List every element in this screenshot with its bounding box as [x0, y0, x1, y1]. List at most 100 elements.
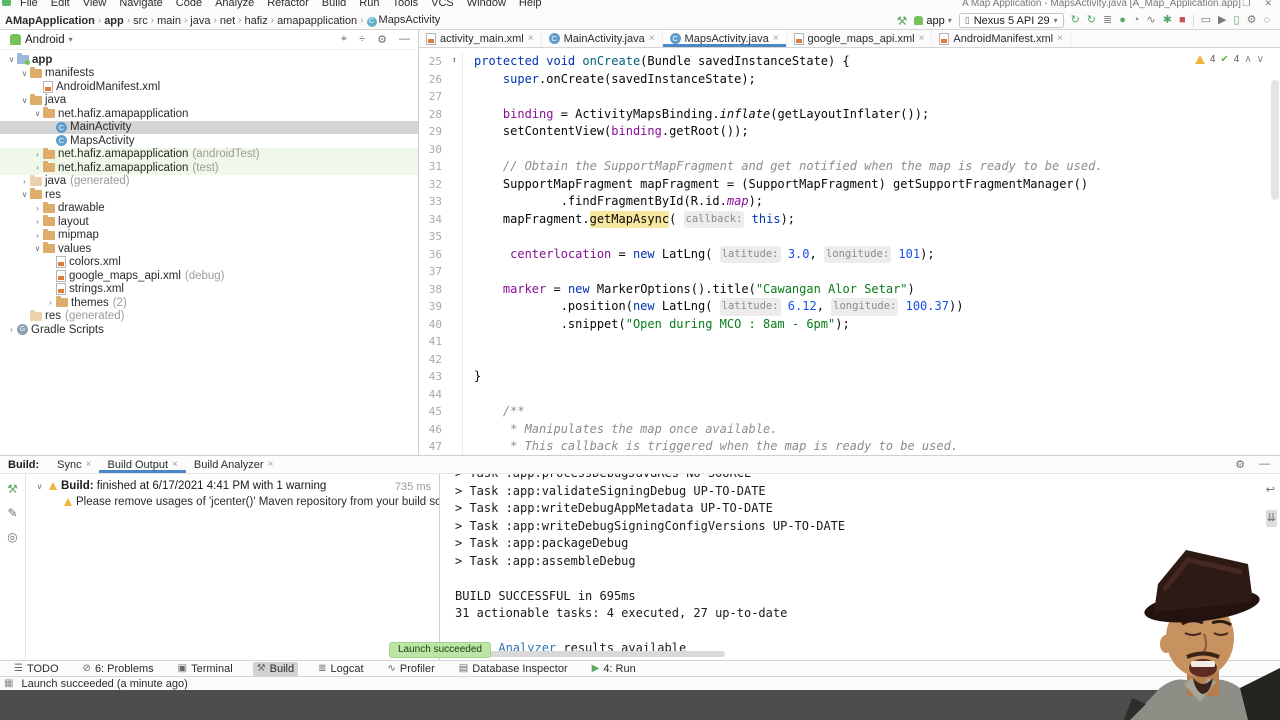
layout-inspector-icon[interactable]: ▭ — [1201, 15, 1211, 26]
build-variants-icon[interactable]: ≣ — [1103, 15, 1112, 26]
tree-item-res[interactable]: ∨ res — [0, 188, 418, 202]
code-line[interactable]: 32 SupportMapFragment mapFragment = (Sup… — [419, 175, 1280, 193]
breadcrumb-item[interactable]: app — [103, 15, 125, 27]
tree-item-colors-xml[interactable]: colors.xml — [0, 256, 418, 270]
tree-arrow-icon[interactable]: ∨ — [19, 96, 30, 105]
tree-item-java[interactable]: ∨ java — [0, 93, 418, 108]
sdk-manager-icon[interactable]: ▯ — [1234, 15, 1240, 26]
tab-activity-main-xml[interactable]: activity_main.xml × — [419, 30, 542, 47]
menu-refactor[interactable]: Refactor — [267, 0, 309, 9]
expand-arrow-icon[interactable]: ∨ — [34, 482, 45, 491]
menu-navigate[interactable]: Navigate — [119, 0, 162, 9]
close-icon[interactable]: × — [773, 33, 779, 44]
tree-item-layout[interactable]: › layout — [0, 215, 418, 229]
override-method-icon[interactable]: ⬆ — [447, 53, 462, 71]
project-view-select[interactable]: Android — [25, 34, 65, 46]
tab-mapsactivity-java[interactable]: C MapsActivity.java × — [662, 30, 787, 47]
tree-item-google-maps-api-xml[interactable]: google_maps_api.xml (debug) — [0, 269, 418, 283]
apply-code-changes-icon[interactable]: ↻ — [1087, 15, 1096, 26]
breadcrumb-item[interactable]: amapapplication — [276, 15, 358, 27]
code-line[interactable]: 36 centerlocation = new LatLng( latitude… — [419, 245, 1280, 263]
tree-arrow-icon[interactable]: ∨ — [6, 55, 17, 64]
menu-tools[interactable]: Tools — [392, 0, 418, 9]
attach-debugger-icon[interactable]: ✱ — [1163, 15, 1172, 26]
menu-vcs[interactable]: VCS — [431, 0, 454, 9]
console-hscrollbar[interactable] — [455, 651, 725, 657]
toolwindow-build[interactable]: ⚒ Build — [252, 661, 299, 676]
device-manager-icon[interactable]: ▶ — [1218, 15, 1226, 26]
tree-item-mapsactivity[interactable]: C MapsActivity — [0, 134, 418, 148]
close-icon[interactable]: × — [649, 33, 655, 44]
locate-file-icon[interactable]: ⌖ — [341, 33, 347, 46]
tree-arrow-icon[interactable]: › — [32, 204, 43, 213]
settings-gear-icon[interactable]: ⚙ — [1235, 458, 1245, 471]
soft-wrap-icon[interactable]: ↩ — [1266, 482, 1277, 500]
tree-item-strings-xml[interactable]: strings.xml — [0, 283, 418, 297]
build-status-row[interactable]: ∨ Build: finished at 6/17/2021 4:41 PM w… — [34, 480, 433, 492]
breadcrumb-item[interactable]: main — [156, 15, 182, 27]
breadcrumb-item[interactable]: C MapsActivity — [366, 14, 442, 27]
build-warning-row[interactable]: Please remove usages of 'jcenter()' Mave… — [64, 496, 439, 508]
tree-arrow-icon[interactable]: › — [6, 325, 17, 334]
code-line[interactable]: 47 * This callback is triggered when the… — [419, 438, 1280, 455]
tree-arrow-icon[interactable]: ∨ — [32, 109, 43, 118]
code-line[interactable]: 41 — [419, 333, 1280, 351]
profiler-icon[interactable]: ∿ — [1147, 15, 1156, 26]
tree-arrow-icon[interactable]: › — [32, 217, 43, 226]
device-select[interactable]: ▯ Nexus 5 API 29 ▾ — [958, 13, 1064, 28]
menu-build[interactable]: Build — [322, 0, 346, 9]
tree-arrow-icon[interactable]: ∨ — [19, 69, 30, 78]
prev-issue-icon[interactable]: ∧ — [1244, 54, 1251, 65]
debug-icon[interactable]: ● — [1119, 15, 1126, 26]
hide-panel-icon[interactable]: — — [399, 33, 410, 46]
code-line[interactable]: 35 — [419, 228, 1280, 246]
tree-item-drawable[interactable]: › drawable — [0, 201, 418, 216]
tree-item-java[interactable]: › java (generated) — [0, 174, 418, 189]
code-line[interactable]: 37 — [419, 263, 1280, 281]
tree-item-values[interactable]: ∨ values — [0, 242, 418, 256]
collapse-all-icon[interactable]: ÷ — [359, 33, 365, 46]
toolwindow-6-problems[interactable]: ⊘ 6: Problems — [79, 662, 158, 676]
menu-edit[interactable]: Edit — [51, 0, 70, 9]
code-editor[interactable]: 25 ⬆ protected void onCreate (Bundle savedI… — [419, 48, 1280, 455]
menu-help[interactable]: Help — [519, 0, 542, 9]
menu-view[interactable]: View — [83, 0, 107, 9]
build-tab-build-output[interactable]: Build Output × — [99, 456, 185, 473]
search-icon[interactable]: ◌ — [1263, 15, 1270, 26]
settings-sync-icon[interactable]: ⚙ — [1247, 15, 1257, 26]
tree-arrow-icon[interactable]: › — [19, 177, 30, 186]
tab-androidmanifest-xml[interactable]: AndroidManifest.xml × — [932, 30, 1071, 47]
tree-item-app[interactable]: ∨ app — [0, 53, 418, 67]
toolwindow-toggle-icon[interactable]: ▦ — [4, 678, 13, 689]
breadcrumb-item[interactable]: java — [189, 15, 211, 27]
tree-arrow-icon[interactable]: › — [32, 231, 43, 240]
next-issue-icon[interactable]: ∨ — [1257, 54, 1264, 65]
tree-item-androidmanifest-xml[interactable]: AndroidManifest.xml — [0, 80, 418, 94]
tree-arrow-icon[interactable]: ∨ — [19, 190, 30, 199]
tab-mainactivity-java[interactable]: C MainActivity.java × — [542, 30, 663, 47]
close-icon[interactable]: × — [172, 459, 178, 470]
close-icon[interactable]: × — [919, 33, 925, 44]
breadcrumb-item[interactable]: AMapApplication — [4, 15, 96, 27]
coverage-icon[interactable]: ◔ — [1133, 15, 1140, 26]
breadcrumb-item[interactable]: src — [132, 15, 149, 27]
close-icon[interactable]: × — [1057, 33, 1063, 44]
tree-item-mainactivity[interactable]: C MainActivity — [0, 120, 418, 134]
window-controls[interactable]: ❐ ✕ — [1242, 0, 1272, 9]
tree-arrow-icon[interactable]: ∨ — [32, 244, 43, 253]
code-line[interactable]: 42 — [419, 350, 1280, 368]
code-line[interactable]: 44 — [419, 385, 1280, 403]
stop-icon[interactable]: ■ — [1179, 15, 1186, 26]
tab-google-maps-api-xml[interactable]: google_maps_api.xml × — [787, 30, 933, 47]
code-line[interactable]: 46 * Manipulates the map once available. — [419, 420, 1280, 438]
code-line[interactable]: 40 .snippet("Open during MCO : 8am - 6pm… — [419, 315, 1280, 333]
pin-icon[interactable]: ✎ — [7, 506, 17, 520]
code-line[interactable]: 45 /** — [419, 403, 1280, 421]
code-line[interactable]: 34 mapFragment. getMapAsync( callback: th… — [419, 210, 1280, 228]
breadcrumb-item[interactable]: net — [219, 15, 236, 27]
toolwindow-database-inspector[interactable]: ▤ Database Inspector — [455, 662, 572, 676]
code-line[interactable]: 29 setContentView(binding .getRoot()); — [419, 123, 1280, 141]
code-line[interactable]: 39 .position(new LatLng( latitude: 6.12,… — [419, 298, 1280, 316]
code-line[interactable]: 28 binding = ActivityMapsBinding. inflate… — [419, 105, 1280, 123]
tree-item-manifests[interactable]: ∨ manifests — [0, 66, 418, 81]
